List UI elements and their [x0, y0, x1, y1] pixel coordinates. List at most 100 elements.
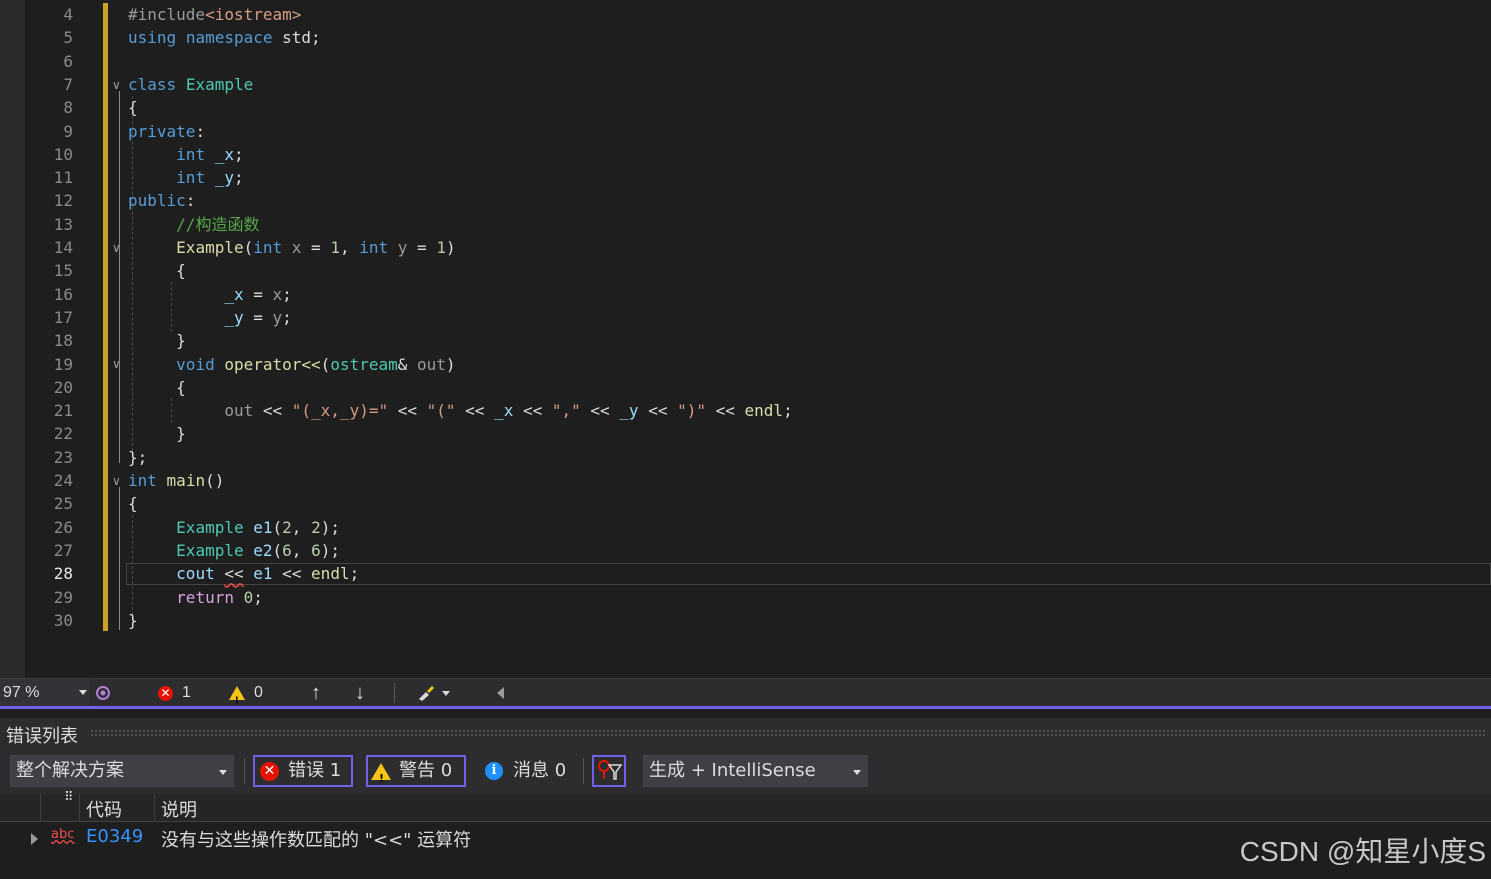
line-number: 5	[63, 28, 73, 48]
chevron-down-icon	[442, 690, 450, 696]
code-line[interactable]: private:	[128, 120, 205, 143]
code-line[interactable]: //构造函数	[128, 213, 259, 236]
code-token: x	[282, 238, 302, 257]
code-line[interactable]: void operator<<(ostream& out)	[128, 353, 456, 376]
code-token: ,	[291, 540, 312, 560]
code-token: <iostream>	[205, 5, 302, 24]
code-line[interactable]: using namespace std;	[128, 26, 321, 49]
code-token: e1	[253, 517, 273, 537]
line-number: 20	[53, 377, 73, 397]
column-divider	[79, 794, 80, 822]
code-line[interactable]: }	[128, 609, 138, 632]
code-line[interactable]: {	[128, 492, 138, 515]
chevron-down-icon	[79, 690, 87, 695]
code-line[interactable]: }	[128, 329, 186, 352]
warning-count-indicator[interactable]: 0	[229, 679, 263, 715]
code-token: operator<<	[224, 354, 321, 374]
line-number: 25	[53, 494, 73, 514]
divider	[583, 758, 584, 784]
code-token: =	[407, 238, 437, 257]
code-line[interactable]: #include<iostream>	[128, 3, 301, 26]
code-token: int	[176, 144, 206, 164]
scope-dropdown[interactable]: 整个解决方案	[10, 755, 234, 787]
code-token: int	[176, 168, 206, 188]
column-header-description[interactable]: 说明	[161, 796, 197, 822]
code-token: }	[128, 424, 186, 444]
build-source-dropdown[interactable]: 生成 + IntelliSense	[643, 755, 868, 787]
code-token: cout	[176, 564, 215, 584]
code-token: {	[128, 377, 186, 397]
code-line[interactable]: _x = x;	[128, 283, 291, 306]
panel-title-bar[interactable]: 错误列表	[0, 718, 1491, 748]
warnings-filter-button[interactable]: 警告 0	[366, 755, 466, 794]
column-chooser-icon[interactable]: ⠿	[64, 790, 74, 805]
code-line[interactable]: class Example	[128, 73, 253, 96]
copilot-icon[interactable]	[94, 679, 112, 707]
line-number: 17	[53, 307, 73, 327]
code-line[interactable]: Example e1(2, 2);	[128, 516, 340, 539]
code-line[interactable]: }	[128, 422, 186, 445]
code-token: ;	[282, 307, 292, 327]
watermark: CSDN @知星小度S	[1239, 836, 1486, 867]
code-line[interactable]: {	[128, 376, 186, 399]
line-number: 26	[53, 517, 73, 537]
zoom-dropdown[interactable]: 97 %	[0, 679, 90, 707]
code-line[interactable]: out << "(_x,_y)=" << "(" << _x << "," <<…	[128, 399, 792, 422]
line-number: 22	[53, 424, 73, 444]
code-line[interactable]: int main()	[128, 469, 224, 492]
code-line[interactable]: Example(int x = 1, int y = 1)	[128, 236, 455, 259]
code-line[interactable]: Example e2(6, 6);	[128, 539, 340, 562]
code-token: ")"	[677, 401, 706, 421]
code-token: 2	[282, 517, 292, 537]
code-token: :	[195, 121, 206, 141]
code-token: 2	[311, 517, 321, 537]
errors-filter-button[interactable]: ✕ 错误 1	[253, 755, 353, 787]
code-line[interactable]: cout << e1 << endl;	[128, 562, 359, 585]
code-token: }	[128, 610, 138, 630]
code-token: _y	[205, 168, 234, 188]
code-token: =	[243, 307, 273, 327]
code-line[interactable]: _y = y;	[128, 306, 292, 329]
code-line[interactable]: };	[128, 446, 147, 469]
code-token: Example	[176, 238, 244, 257]
code-token: )	[445, 354, 456, 374]
error-count-indicator[interactable]: ✕ 1	[158, 679, 191, 707]
code-token: =	[243, 284, 273, 304]
previous-issue-button[interactable]: ↑	[311, 679, 321, 707]
code-token: _y	[619, 401, 639, 421]
error-icon: ✕	[158, 685, 173, 701]
error-list-panel: 错误列表 整个解决方案 ✕ 错误 1 警告 0 i 消息 0	[0, 706, 1491, 879]
scroll-left-icon[interactable]	[497, 679, 504, 707]
error-code-link[interactable]: E0349	[86, 826, 143, 847]
code-token: <<	[388, 401, 427, 421]
code-line[interactable]: {	[128, 96, 138, 119]
column-header-code[interactable]: 代码	[86, 796, 122, 822]
code-token: ,	[291, 517, 312, 537]
code-cleanup-button[interactable]	[416, 679, 450, 707]
next-issue-button[interactable]: ↓	[355, 679, 365, 707]
code-token: out	[417, 354, 446, 374]
code-token: (	[272, 540, 283, 560]
messages-filter-button[interactable]: i 消息 0	[481, 755, 576, 787]
code-token: endl	[744, 401, 784, 421]
intellisense-error-icon: abc	[51, 827, 75, 842]
code-editor[interactable]: 4 5 6 7 8 9 10 11 12 13 14 15 16 17 18 19 20 21 22 23 24 25 26…	[0, 0, 1491, 678]
code-token: ;	[253, 587, 263, 607]
code-line[interactable]: return 0;	[128, 586, 263, 609]
warning-icon	[229, 686, 245, 715]
code-line[interactable]: public:	[128, 189, 195, 212]
filter-button[interactable]	[592, 755, 626, 787]
expand-icon[interactable]	[31, 833, 38, 845]
line-number: 19	[53, 354, 73, 374]
code-line[interactable]: int _x;	[128, 143, 243, 166]
code-token: main	[166, 471, 206, 490]
code-line[interactable]: {	[128, 259, 186, 282]
code-line[interactable]: int _y;	[128, 166, 243, 189]
code-token: x	[272, 284, 283, 304]
code-token: ostream	[330, 354, 398, 374]
